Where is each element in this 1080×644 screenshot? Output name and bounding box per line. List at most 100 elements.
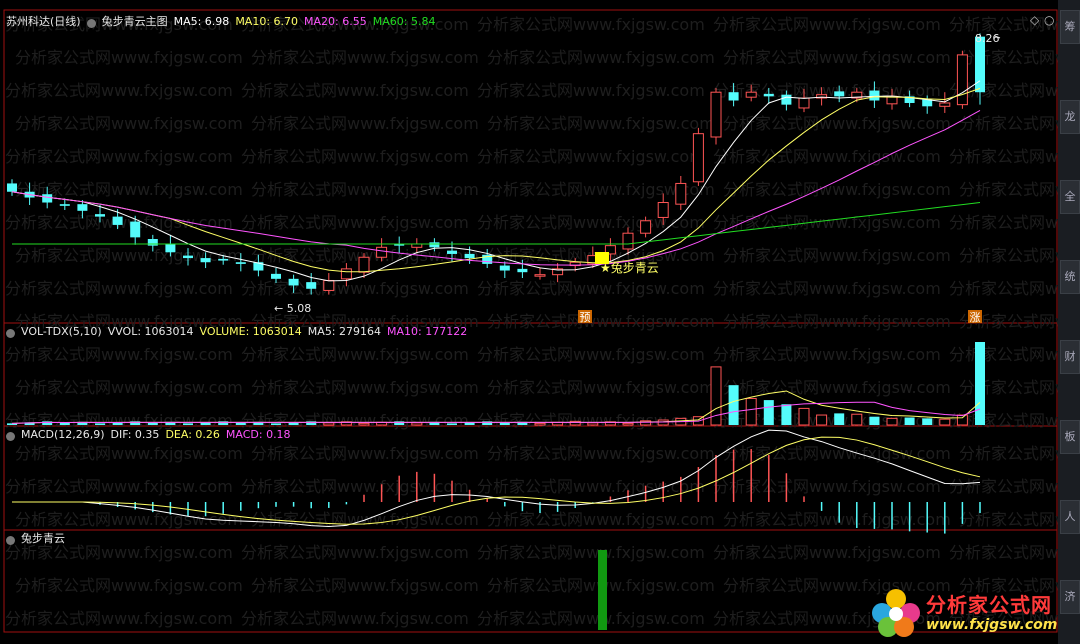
volume-bar [95,423,105,425]
candle-body [7,183,17,192]
candle-body [165,243,176,253]
volume-bar [886,417,898,426]
watermark-text: 分析家公式网www.fxjgsw.com [959,246,1058,265]
watermark-text: 分析家公式网www.fxjgsw.com [241,279,469,298]
candle-body [429,242,440,248]
sub-indicator-name[interactable]: 兔步青云 [21,532,65,546]
toggle-icon[interactable] [86,18,96,28]
watermark-text: 分析家公式网www.fxjgsw.com [723,510,951,529]
macd-pane-header: MACD(12,26,9) DIF: 0.35 DEA: 0.26 MACD: … [6,428,291,442]
side-tab[interactable]: 筹 [1060,10,1080,44]
watermark-text: 分析家公式网www.fxjgsw.com [251,114,479,133]
watermark-text: 分析家公式网www.fxjgsw.com [477,147,705,166]
candle-body [657,202,669,218]
dif-value: DIF: 0.35 [110,428,160,441]
volume-bar [834,413,845,425]
candle-body [306,282,317,289]
watermark-text: 分析家公式网www.fxjgsw.com [949,345,1058,364]
main-indicator-name[interactable]: 兔步青云主图 [102,15,168,29]
watermark-text: 分析家公式网www.fxjgsw.com [251,576,479,595]
watermark-text: 分析家公式网www.fxjgsw.com [959,444,1058,463]
candle-body [218,258,229,261]
watermark-text: 分析家公式网www.fxjgsw.com [477,477,705,496]
main-pane-header: 苏州科达(日线) 兔步青云主图 MA5: 6.98 MA10: 6.70 MA2… [6,15,435,29]
vol-indicator-name[interactable]: VOL-TDX(5,10) [21,325,102,339]
watermark-text: 分析家公式网www.fxjgsw.com [949,477,1058,496]
side-tab[interactable]: 龙 [1060,100,1080,134]
watermark-text: 分析家公式网www.fxjgsw.com [487,378,715,397]
side-tab[interactable]: 济 [1060,580,1080,614]
watermark-text: 分析家公式网www.fxjgsw.com [241,609,469,628]
stock-name[interactable]: 苏州科达(日线) [6,15,81,29]
watermark-text: 分析家公式网www.fxjgsw.com [949,543,1058,562]
candle-body [59,204,70,206]
volume-bar [956,414,968,426]
macd-indicator-name[interactable]: MACD(12,26,9) [21,428,105,442]
candle-body [834,91,845,97]
watermark-text: 分析家公式网www.fxjgsw.com [15,576,243,595]
sub-pane-header: 兔步青云 [6,532,65,546]
chart-canvas[interactable]: 分析家公式网www.fxjgsw.com 分析家公式网www.fxjgsw.com… [0,0,1058,644]
ma5-value: MA5: 6.98 [173,15,230,28]
watermark-text: 分析家公式网www.fxjgsw.com [241,147,469,166]
toggle-icon[interactable] [6,328,15,338]
signal-bar [598,550,607,630]
candle-body [358,256,370,273]
watermark-text: 分析家公式网www.fxjgsw.com [5,477,233,496]
volume-bar [851,413,863,426]
watermark-text: 分析家公式网www.fxjgsw.com [949,147,1058,166]
watermark-text: 分析家公式网www.fxjgsw.com [5,609,233,628]
circle-icon: ○ [1044,13,1054,27]
candle-body [288,278,299,286]
watermark-text: 分析家公式网www.fxjgsw.com [251,444,479,463]
candle-body [271,273,281,279]
right-side-toolbar: 筹 龙 全 统 财 板 人 济 [1058,0,1080,644]
candle-body [200,258,211,263]
watermark-text: 分析家公式网www.fxjgsw.com [477,609,705,628]
volume-bar [745,397,757,426]
side-tab[interactable]: 财 [1060,340,1080,374]
toggle-icon[interactable] [6,535,15,545]
candle-body [499,265,510,271]
vol-ma5-value: MA5: 279164 [307,325,382,338]
candle-body [675,182,687,205]
watermark-text: 分析家公式网www.fxjgsw.com [959,510,1058,529]
watermark-text: 分析家公式网www.fxjgsw.com [15,48,243,67]
candle-body [376,246,388,258]
watermark-text: 分析家公式网www.fxjgsw.com [477,345,705,364]
side-tab[interactable]: 板 [1060,420,1080,454]
watermark-text: 分析家公式网www.fxjgsw.com [251,180,479,199]
side-tab[interactable]: 人 [1060,500,1080,534]
watermark-text: 分析家公式网www.fxjgsw.com [723,180,951,199]
low-price-label: ← 5.08 [274,302,311,315]
candle-body [77,204,88,211]
volume-bar [358,422,370,426]
volume-bar [816,414,828,426]
up-marker-label: 涨 [970,311,981,324]
side-tab[interactable]: 全 [1060,180,1080,214]
watermark-text: 分析家公式网www.fxjgsw.com [713,345,941,364]
candle-body [728,92,739,101]
toggle-icon[interactable] [6,431,15,441]
side-tab[interactable]: 统 [1060,260,1080,294]
candle-body [464,253,475,259]
chart-area[interactable]: 分析家公式网www.fxjgsw.com 分析家公式网www.fxjgsw.com… [0,0,1058,644]
volume-bar [781,404,792,425]
watermark-text: 分析家公式网www.fxjgsw.com [15,114,243,133]
watermark-text: 分析家公式网www.fxjgsw.com [251,378,479,397]
watermark-text: 分析家公式网www.fxjgsw.com [487,444,715,463]
vol-ma10-value: MA10: 177122 [387,325,468,338]
watermark-text: 分析家公式网www.fxjgsw.com [713,213,941,232]
watermark-text: 分析家公式网www.fxjgsw.com [959,114,1058,133]
candle-body [763,93,774,97]
watermark-text: 分析家公式网www.fxjgsw.com [251,48,479,67]
watermark-text: 分析家公式网www.fxjgsw.com [241,81,469,100]
flower-logo-icon [872,589,920,637]
candle-body [640,220,652,234]
watermark-text: 分析家公式网www.fxjgsw.com [959,180,1058,199]
candle-body [781,94,792,105]
watermark-text: 分析家公式网www.fxjgsw.com [713,543,941,562]
volume-bar [587,422,599,426]
ma20-value: MA20: 6.55 [304,15,367,28]
watermark-text: 分析家公式网www.fxjgsw.com [15,378,243,397]
